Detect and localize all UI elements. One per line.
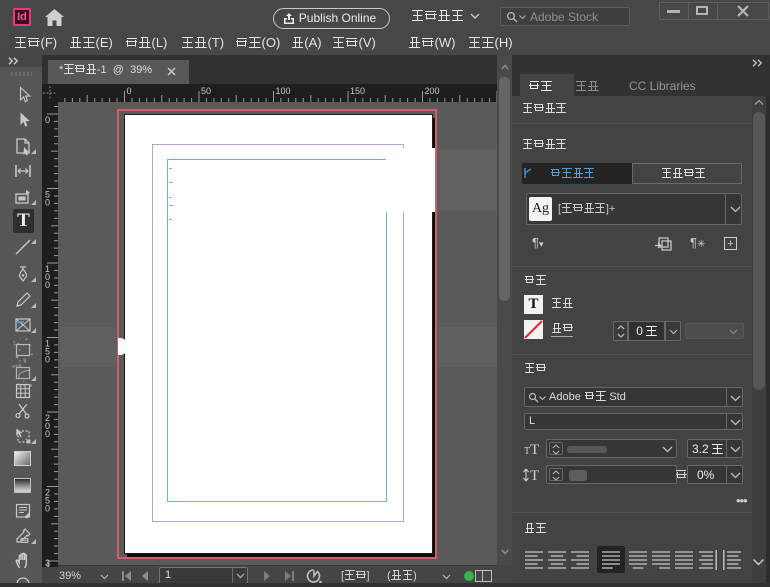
svg-text:50: 50 bbox=[201, 86, 211, 96]
svg-text:0: 0 bbox=[45, 504, 50, 514]
svg-text:0: 0 bbox=[45, 355, 50, 365]
svg-text:0: 0 bbox=[45, 115, 50, 125]
svg-text:0: 0 bbox=[45, 198, 50, 208]
svg-text:3: 3 bbox=[45, 558, 50, 567]
svg-text:150: 150 bbox=[350, 86, 365, 96]
svg-text:100: 100 bbox=[276, 86, 291, 96]
svg-text:0: 0 bbox=[127, 86, 132, 96]
svg-text:0: 0 bbox=[45, 429, 50, 439]
svg-text:200: 200 bbox=[425, 86, 440, 96]
svg-text:0: 0 bbox=[45, 280, 50, 290]
